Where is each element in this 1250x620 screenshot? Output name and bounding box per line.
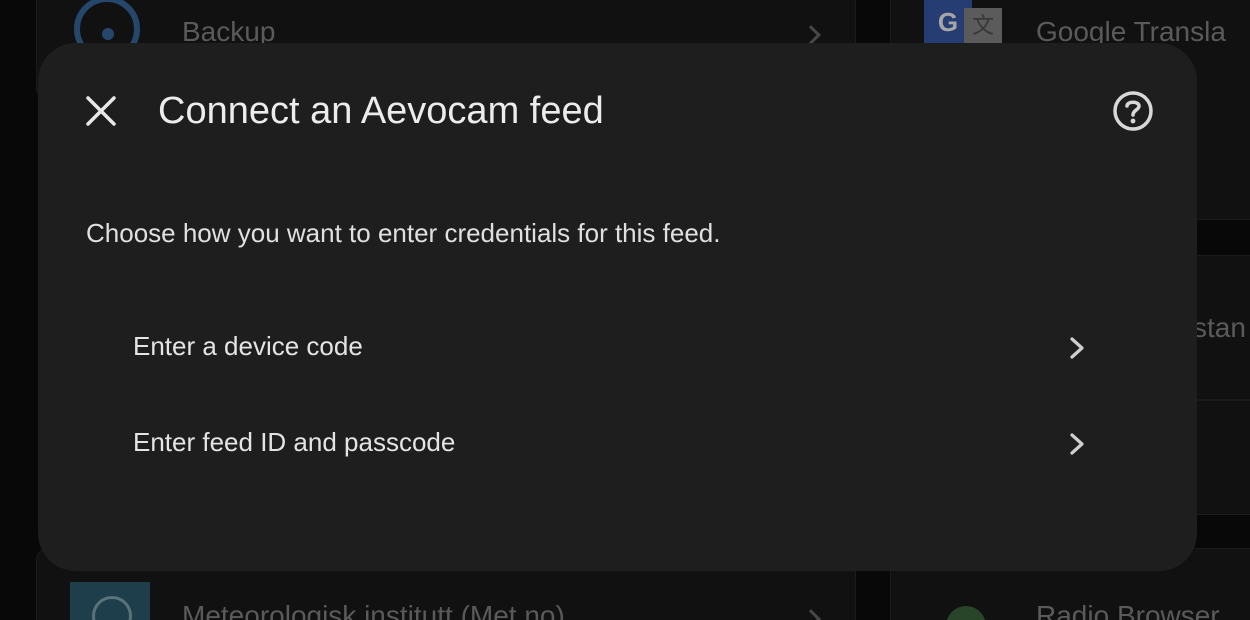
help-button[interactable] bbox=[1110, 88, 1156, 134]
option-device-code[interactable]: Enter a device code bbox=[38, 300, 1197, 396]
option-feed-id-passcode[interactable]: Enter feed ID and passcode bbox=[38, 396, 1197, 492]
help-icon bbox=[1113, 91, 1153, 131]
close-button[interactable] bbox=[78, 88, 124, 134]
dialog-description: Choose how you want to enter credentials… bbox=[86, 218, 721, 248]
dialog-title: Connect an Aevocam feed bbox=[158, 90, 604, 132]
chevron-right-icon bbox=[1064, 334, 1090, 362]
chevron-right-icon bbox=[1064, 430, 1090, 458]
option-label: Enter a device code bbox=[133, 331, 363, 361]
option-label: Enter feed ID and passcode bbox=[133, 427, 456, 457]
close-icon bbox=[86, 96, 116, 126]
